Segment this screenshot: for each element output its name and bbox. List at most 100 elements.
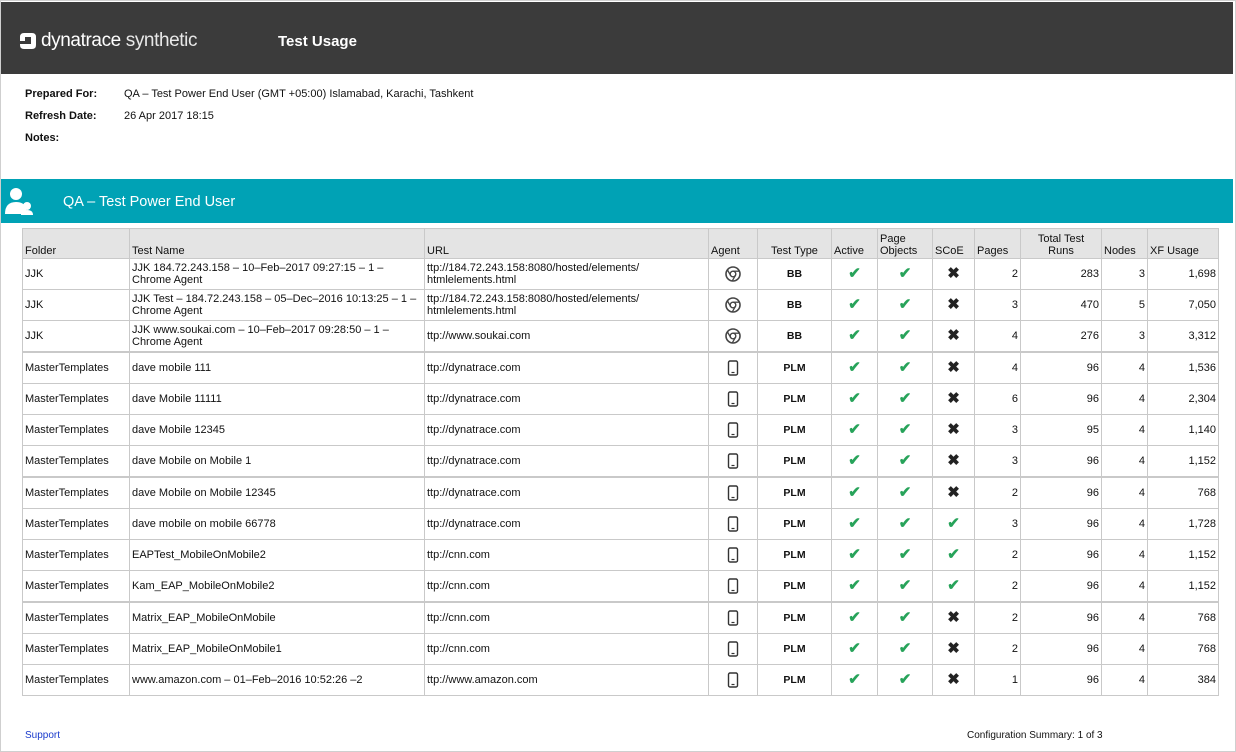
cell-agent — [708, 664, 758, 696]
cell-test-name: Kam_EAP_MobileOnMobile2 — [129, 570, 425, 603]
cell-test-name: JJK www.soukai.com – 10–Feb–2017 09:28:5… — [129, 320, 425, 353]
table-row[interactable]: MasterTemplates dave Mobile on Mobile 123… — [22, 476, 1219, 509]
cell-page-objects: ✔ — [877, 445, 933, 478]
cell-page-objects: ✔ — [877, 508, 933, 540]
col-test-name[interactable]: Test Name — [129, 228, 425, 259]
table-row[interactable]: MasterTemplates dave Mobile 12345 ttp://dy… — [22, 414, 1219, 446]
table-row[interactable]: MasterTemplates dave Mobile on Mobile 1 tt… — [22, 445, 1219, 478]
cell-pages: 3 — [974, 445, 1021, 478]
cell-xf-usage: 7,050 — [1147, 289, 1219, 321]
col-nodes[interactable]: Nodes — [1101, 228, 1148, 259]
brand-bold: dynatrace — [41, 30, 121, 51]
cell-scoe: ✖ — [932, 258, 975, 290]
cell-total-test-runs: 95 — [1020, 414, 1102, 446]
cell-folder: MasterTemplates — [22, 570, 130, 603]
report-header: dynatrace synthetic Test Usage — [1, 2, 1233, 74]
table-row[interactable]: JJK JJK Test – 184.72.243.158 – 05–Dec–20… — [22, 289, 1219, 321]
checkmark-icon: ✔ — [848, 546, 861, 563]
col-test-type[interactable]: Test Type — [757, 228, 832, 259]
cross-icon: ✖ — [947, 327, 960, 344]
cell-nodes: 3 — [1101, 258, 1148, 290]
cell-scoe: ✖ — [932, 633, 975, 665]
table-row[interactable]: MasterTemplates dave mobile 111 ttp://dyna… — [22, 351, 1219, 384]
cell-url: ttp://cnn.com — [424, 601, 709, 634]
cell-test-type: PLM — [757, 570, 832, 603]
cell-scoe: ✔ — [932, 508, 975, 540]
cell-xf-usage: 1,536 — [1147, 351, 1219, 384]
cell-active: ✔ — [831, 351, 878, 384]
cell-pages: 1 — [974, 664, 1021, 696]
cell-folder: MasterTemplates — [22, 476, 130, 509]
cross-icon: ✖ — [947, 609, 960, 626]
prepared-for-value: QA – Test Power End User (GMT +05:00) Is… — [124, 88, 474, 100]
col-xf-usage[interactable]: XF Usage — [1147, 228, 1219, 259]
mobile-icon — [727, 360, 739, 376]
cell-test-type: BB — [757, 258, 832, 290]
cell-nodes: 4 — [1101, 664, 1148, 696]
cell-test-type: PLM — [757, 539, 832, 571]
cell-total-test-runs: 96 — [1020, 383, 1102, 415]
cell-folder: JJK — [22, 289, 130, 321]
user-banner: QA – Test Power End User — [1, 179, 1233, 223]
cell-test-name: dave mobile 111 — [129, 351, 425, 384]
cell-pages: 2 — [974, 570, 1021, 603]
col-page-objects-line1: Page — [880, 233, 906, 245]
checkmark-icon: ✔ — [898, 671, 912, 688]
col-scoe[interactable]: SCoE — [932, 228, 975, 259]
col-page-objects[interactable]: Page Objects — [877, 228, 933, 259]
cell-total-test-runs: 96 — [1020, 539, 1102, 571]
table-row[interactable]: MasterTemplates Matrix_EAP_MobileOnMobile… — [22, 601, 1219, 634]
cell-scoe: ✖ — [932, 383, 975, 415]
cell-folder: MasterTemplates — [22, 508, 130, 540]
cell-total-test-runs: 96 — [1020, 445, 1102, 478]
cell-test-type: PLM — [757, 633, 832, 665]
cell-xf-usage: 1,152 — [1147, 539, 1219, 571]
cell-total-test-runs: 96 — [1020, 351, 1102, 384]
chrome-icon — [725, 297, 741, 313]
support-link[interactable]: Support — [25, 730, 60, 741]
cell-test-name: dave Mobile on Mobile 1 — [129, 445, 425, 478]
cell-active: ✔ — [831, 414, 878, 446]
col-url[interactable]: URL — [424, 228, 709, 259]
col-folder[interactable]: Folder — [22, 228, 130, 259]
cell-nodes: 4 — [1101, 508, 1148, 540]
cell-test-name: EAPTest_MobileOnMobile2 — [129, 539, 425, 571]
cell-test-name: Matrix_EAP_MobileOnMobile — [129, 601, 425, 634]
cell-active: ✔ — [831, 445, 878, 478]
cell-agent — [708, 476, 758, 509]
cell-url: ttp://dynatrace.com — [424, 383, 709, 415]
col-pages[interactable]: Pages — [974, 228, 1021, 259]
table-row[interactable]: JJK JJK www.soukai.com – 10–Feb–2017 09:2… — [22, 320, 1219, 353]
table-row[interactable]: MasterTemplates Kam_EAP_MobileOnMobile2 tt… — [22, 570, 1219, 603]
checkmark-icon: ✔ — [898, 327, 912, 344]
table-row[interactable]: MasterTemplates Matrix_EAP_MobileOnMobile… — [22, 633, 1219, 665]
cell-test-type: PLM — [757, 445, 832, 478]
cell-scoe: ✖ — [932, 351, 975, 384]
checkmark-icon: ✔ — [848, 484, 861, 501]
cell-test-type: PLM — [757, 351, 832, 384]
cell-test-type: BB — [757, 289, 832, 321]
cell-xf-usage: 3,312 — [1147, 320, 1219, 353]
table-row[interactable]: MasterTemplates www.amazon.com – 01–Feb–2… — [22, 664, 1219, 696]
table-row[interactable]: JJK JJK 184.72.243.158 – 10–Feb–2017 09:2… — [22, 258, 1219, 290]
checkmark-icon: ✔ — [947, 546, 960, 563]
table-row[interactable]: MasterTemplates dave Mobile 11111 ttp://dy… — [22, 383, 1219, 415]
col-total-test-runs[interactable]: Total Test Runs — [1020, 228, 1102, 259]
cell-url: ttp://dynatrace.com — [424, 508, 709, 540]
col-total-runs-line1: Total Test — [1037, 233, 1085, 245]
cell-folder: JJK — [22, 320, 130, 353]
col-active[interactable]: Active — [831, 228, 878, 259]
cell-folder: MasterTemplates — [22, 414, 130, 446]
refresh-date-label: Refresh Date: — [25, 110, 97, 122]
chrome-icon — [725, 328, 741, 344]
cell-pages: 2 — [974, 539, 1021, 571]
mobile-icon — [727, 672, 739, 688]
cell-active: ✔ — [831, 664, 878, 696]
table-row[interactable]: MasterTemplates EAPTest_MobileOnMobile2 tt… — [22, 539, 1219, 571]
cell-agent — [708, 508, 758, 540]
col-agent[interactable]: Agent — [708, 228, 758, 259]
table-row[interactable]: MasterTemplates dave mobile on mobile 667… — [22, 508, 1219, 540]
cell-active: ✔ — [831, 320, 878, 353]
cell-agent — [708, 414, 758, 446]
cell-folder: MasterTemplates — [22, 633, 130, 665]
